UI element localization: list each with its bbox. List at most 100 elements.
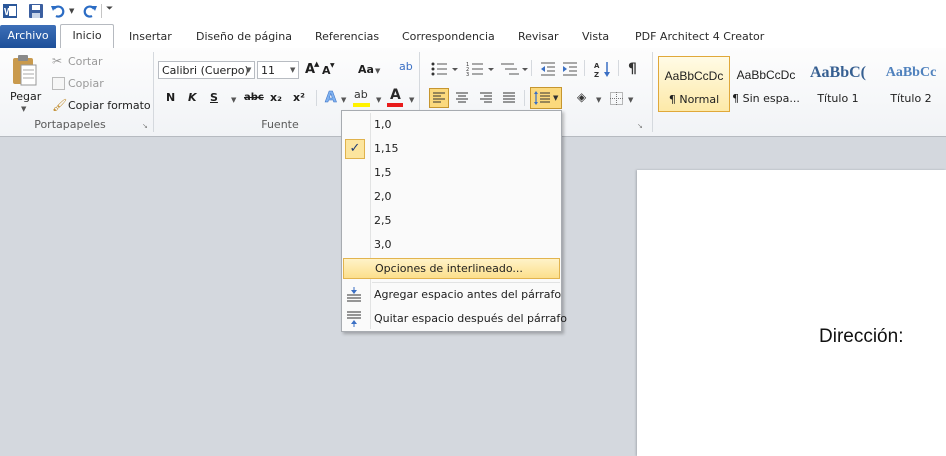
redo-icon[interactable] xyxy=(82,3,98,19)
copy-icon[interactable] xyxy=(52,77,65,90)
tab-vista[interactable]: Vista xyxy=(582,26,609,47)
menu-item-label: Opciones de interlineado... xyxy=(375,262,523,275)
strikethrough-button[interactable]: abc xyxy=(244,92,264,103)
font-name-combo[interactable]: Calibri (Cuerpo) xyxy=(158,61,255,79)
menu-item-spacing-2-0[interactable]: 2,0 xyxy=(342,186,561,208)
align-left-icon xyxy=(433,92,445,103)
grow-arrow-icon: ▲ xyxy=(314,60,320,68)
undo-dropdown-icon[interactable]: ▼ xyxy=(69,7,74,15)
line-spacing-button[interactable]: ▼ xyxy=(530,87,562,109)
highlight-icon[interactable]: ab xyxy=(354,88,368,101)
bold-button[interactable]: N xyxy=(166,91,175,104)
increase-indent-icon[interactable] xyxy=(562,61,578,77)
tab-pdf-architect[interactable]: PDF Architect 4 Creator xyxy=(635,26,764,47)
cut-icon[interactable]: ✂ xyxy=(52,54,62,68)
highlight-color-swatch xyxy=(353,103,370,107)
align-right-icon[interactable] xyxy=(480,92,492,104)
font-color-dropdown-icon[interactable]: ▼ xyxy=(409,96,414,104)
paragraph-divider xyxy=(531,60,532,76)
sort-icon[interactable]: AZ xyxy=(594,60,612,78)
paste-icon[interactable] xyxy=(10,54,38,88)
borders-icon[interactable] xyxy=(610,92,623,105)
tab-correspondencia[interactable]: Correspondencia xyxy=(402,26,495,47)
format-painter-button[interactable]: Copiar formato xyxy=(68,99,151,112)
copy-button[interactable]: Copiar xyxy=(68,77,104,90)
menu-item-label: 3,0 xyxy=(374,238,392,251)
italic-button[interactable]: K xyxy=(188,91,197,104)
menu-item-add-space-before[interactable]: Agregar espacio antes del párrafo xyxy=(342,284,561,306)
numbering-icon[interactable]: 123 xyxy=(466,61,496,77)
text-effects-icon[interactable]: A xyxy=(325,88,337,107)
save-icon[interactable] xyxy=(28,3,44,19)
underline-dropdown-icon[interactable]: ▼ xyxy=(231,96,236,104)
paste-dropdown-icon[interactable]: ▼ xyxy=(21,105,26,113)
align-center-icon[interactable] xyxy=(456,92,468,104)
style-normal[interactable]: AaBbCcDc ¶ Normal xyxy=(658,56,730,112)
cut-button[interactable]: Cortar xyxy=(68,55,103,68)
underline-button[interactable]: S xyxy=(210,91,218,104)
paste-button[interactable]: Pegar xyxy=(10,90,41,103)
style-normal-sample: AaBbCcDc xyxy=(664,69,724,83)
group-divider xyxy=(652,52,653,132)
style-sin-espaciado[interactable]: AaBbCcDc ¶ Sin espa... xyxy=(732,56,800,112)
decrease-indent-icon[interactable] xyxy=(540,61,556,77)
menu-item-spacing-1-0[interactable]: 1,0 xyxy=(342,114,561,136)
align-left-button[interactable] xyxy=(429,88,449,108)
style-titulo-2[interactable]: AaBbCc Título 2 xyxy=(876,56,946,112)
subscript-button[interactable]: x₂ xyxy=(270,91,282,104)
show-formatting-icon[interactable]: ¶ xyxy=(628,61,637,77)
shading-dropdown-icon[interactable]: ▼ xyxy=(596,96,601,104)
shrink-arrow-icon: ▼ xyxy=(330,62,335,69)
text-effects-dropdown-icon[interactable]: ▼ xyxy=(341,96,346,104)
superscript-button[interactable]: x² xyxy=(293,91,305,104)
style-titulo-2-sample: AaBbCc xyxy=(885,65,937,80)
borders-dropdown-icon[interactable]: ▼ xyxy=(628,96,633,104)
tab-archivo[interactable]: Archivo xyxy=(0,25,56,48)
ribbon-tab-bar: Archivo Inicio Insertar Diseño de página… xyxy=(0,22,946,50)
customize-icon[interactable]: ⏷ xyxy=(106,4,113,14)
style-sin-espaciado-sample: AaBbCcDc xyxy=(736,68,796,82)
menu-item-label: Quitar espacio después del párrafo xyxy=(374,312,567,325)
menu-item-spacing-1-15[interactable]: ✓ 1,15 xyxy=(342,138,561,160)
style-titulo-1-name: Título 1 xyxy=(817,92,859,105)
font-name-value: Calibri (Cuerpo) xyxy=(162,64,249,77)
svg-text:3: 3 xyxy=(466,72,469,77)
style-titulo-2-name: Título 2 xyxy=(890,92,932,105)
menu-item-spacing-2-5[interactable]: 2,5 xyxy=(342,210,561,232)
menu-item-spacing-1-5[interactable]: 1,5 xyxy=(342,162,561,184)
add-space-before-icon xyxy=(347,287,361,302)
paragraph-launcher-icon[interactable]: ↘ xyxy=(637,122,643,130)
font-divider xyxy=(316,90,317,106)
shading-icon[interactable]: ◈ xyxy=(577,90,586,104)
check-icon: ✓ xyxy=(345,139,365,159)
highlight-dropdown-icon[interactable]: ▼ xyxy=(376,96,381,104)
change-case-dropdown-icon[interactable]: ▼ xyxy=(375,67,380,75)
font-color-swatch xyxy=(387,103,403,107)
tab-inicio[interactable]: Inicio xyxy=(60,24,114,50)
document-page[interactable]: Dirección: xyxy=(637,170,946,456)
clipboard-group-label: Portapapeles xyxy=(34,118,106,131)
document-text[interactable]: Dirección: xyxy=(819,326,903,348)
word-icon[interactable]: W xyxy=(2,3,18,19)
menu-item-spacing-3-0[interactable]: 3,0 xyxy=(342,234,561,256)
tab-insertar[interactable]: Insertar xyxy=(129,26,172,47)
clear-formatting-icon[interactable]: ab xyxy=(399,60,413,73)
menu-item-remove-space-after[interactable]: Quitar espacio después del párrafo xyxy=(342,308,567,330)
clipboard-launcher-icon[interactable]: ↘ xyxy=(142,122,148,130)
justify-icon[interactable] xyxy=(503,92,515,104)
undo-icon[interactable] xyxy=(50,3,66,19)
font-name-dropdown-icon[interactable]: ▼ xyxy=(246,66,251,74)
tab-revisar[interactable]: Revisar xyxy=(518,26,558,47)
format-painter-icon[interactable]: 🖌 xyxy=(52,98,67,112)
menu-item-spacing-options[interactable]: Opciones de interlineado... xyxy=(343,258,560,279)
remove-space-after-icon xyxy=(347,311,361,327)
line-spacing-dropdown-icon: ▼ xyxy=(553,94,559,102)
font-color-icon[interactable]: A xyxy=(390,87,401,103)
tab-referencias[interactable]: Referencias xyxy=(315,26,379,47)
multilevel-list-icon[interactable] xyxy=(500,61,530,77)
bullets-icon[interactable] xyxy=(430,61,460,77)
tab-diseno-de-pagina[interactable]: Diseño de página xyxy=(196,26,292,47)
font-size-dropdown-icon[interactable]: ▼ xyxy=(290,66,295,74)
change-case-button[interactable]: Aa xyxy=(358,63,374,76)
style-titulo-1[interactable]: AaBbC( Título 1 xyxy=(804,56,872,112)
